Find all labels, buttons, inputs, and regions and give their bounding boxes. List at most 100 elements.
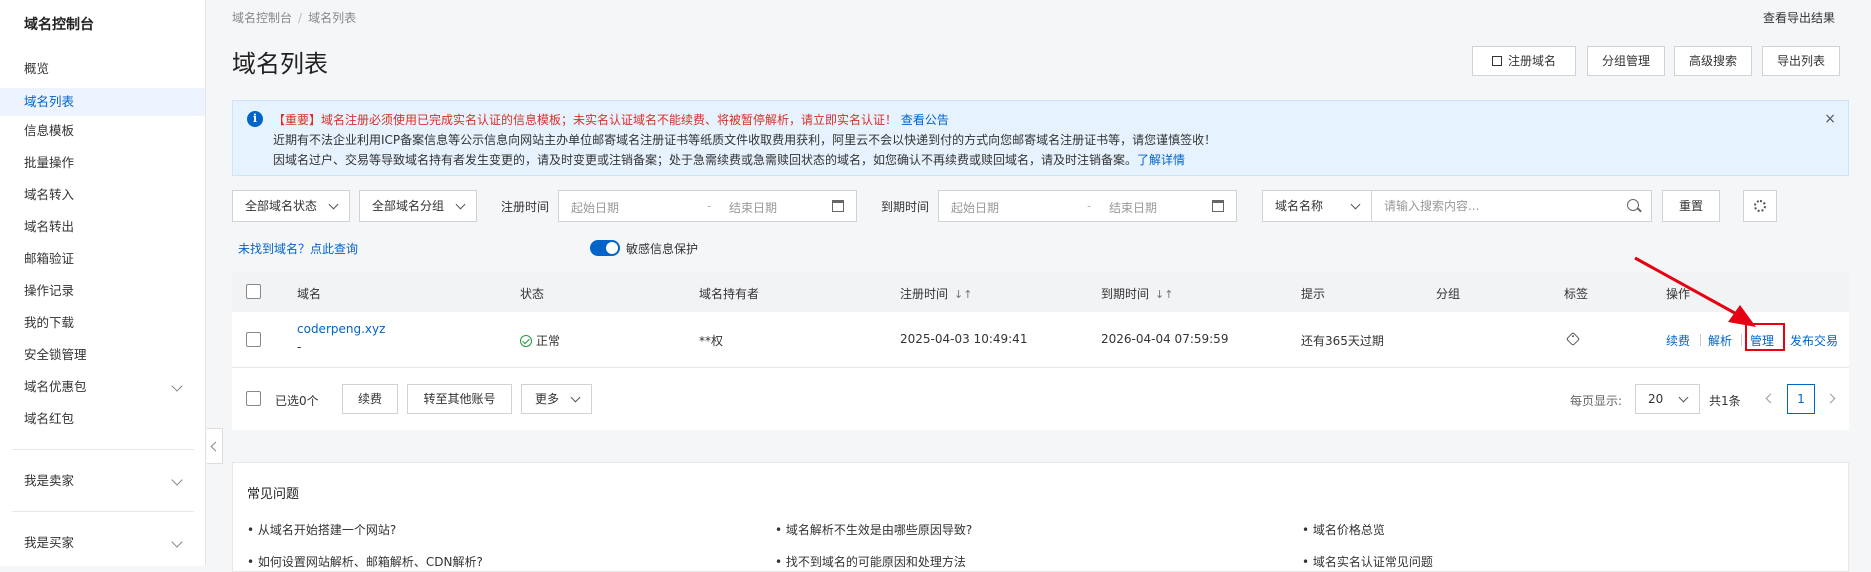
domain-sub-text: - xyxy=(297,340,302,354)
sidebar-group-buyer[interactable]: 我是买家 xyxy=(0,529,205,557)
total-count: 共1条 xyxy=(1709,394,1741,408)
next-page-icon[interactable] xyxy=(1825,393,1836,404)
notice-learn-more-link[interactable]: 了解详情 xyxy=(1137,153,1185,167)
check-circle-icon xyxy=(520,335,532,347)
renew-link[interactable]: 续费 xyxy=(1666,332,1690,349)
reg-time-range-picker[interactable]: 起始日期 - 结束日期 xyxy=(558,190,857,222)
start-date-input[interactable]: 起始日期 xyxy=(571,199,619,216)
faq-item[interactable]: • 域名解析不生效是由哪些原因导致? xyxy=(775,521,972,538)
domain-name-link[interactable]: coderpeng.xyz xyxy=(297,322,385,336)
sidebar-group-seller[interactable]: 我是卖家 xyxy=(0,467,205,495)
domain-not-found-link[interactable]: 未找到域名？点此查询 xyxy=(238,240,358,257)
page-1-button[interactable]: 1 xyxy=(1787,384,1815,414)
export-results-link[interactable]: 查看导出结果 xyxy=(1763,9,1835,26)
select-all-bottom-checkbox[interactable] xyxy=(246,391,261,406)
reg-time-label: 注册时间 xyxy=(501,200,550,214)
batch-renew-button[interactable]: 续费 xyxy=(342,384,398,414)
calendar-icon xyxy=(832,200,844,212)
expiry-tip: 还有365天过期 xyxy=(1301,334,1384,348)
external-link-icon xyxy=(1491,56,1502,66)
end-date-input[interactable]: 结束日期 xyxy=(1109,199,1157,216)
sidebar-item-red-packet[interactable]: 域名红包 xyxy=(0,405,205,433)
sidebar-item-transfer-in[interactable]: 域名转入 xyxy=(0,181,205,209)
faq-item[interactable]: • 从域名开始搭建一个网站? xyxy=(247,521,396,538)
sidebar-item-discount-pack[interactable]: 域名优惠包 xyxy=(0,373,205,401)
chevron-down-icon xyxy=(171,380,183,392)
faq-item[interactable]: • 域名价格总览 xyxy=(1302,521,1385,538)
tag-icon[interactable] xyxy=(1565,331,1581,347)
sidebar-item-overview[interactable]: 概览 xyxy=(0,55,205,83)
main-content: 域名控制台 / 域名列表 查看导出结果 域名列表 注册域名 分组管理 高级搜索 导出… xyxy=(207,0,1871,572)
publish-trade-link[interactable]: 发布交易 xyxy=(1790,332,1838,349)
table-row: coderpeng.xyz - 正常 **权 2025-04-03 10:49:… xyxy=(232,312,1849,368)
sidebar-divider xyxy=(12,511,194,512)
notice-announcement-link[interactable]: 查看公告 xyxy=(901,113,949,127)
red-arrow-annotation xyxy=(1634,256,1756,327)
faq-item[interactable]: • 如何设置网站解析、邮箱解析、CDN解析? xyxy=(247,553,483,570)
holder-value: **权 xyxy=(699,334,724,348)
sort-icon[interactable]: ↓↑ xyxy=(1155,288,1173,301)
chevron-down-icon xyxy=(455,199,466,210)
notice-line-1: 【重要】域名注册必须使用已完成实名认证的信息模板；未实名认证域名不能续费、将被暂… xyxy=(273,113,949,127)
exp-time-value: 2026-04-04 07:59:59 xyxy=(1101,332,1229,346)
chevron-down-icon xyxy=(171,474,183,486)
sidebar-group-label: 我是卖家 xyxy=(24,473,75,488)
register-domain-button[interactable]: 注册域名 xyxy=(1472,46,1576,76)
end-date-input[interactable]: 结束日期 xyxy=(729,199,777,216)
gear-icon xyxy=(1754,200,1766,212)
sidebar-item-transfer-out[interactable]: 域名转出 xyxy=(0,213,205,241)
advanced-search-button[interactable]: 高级搜索 xyxy=(1674,46,1752,76)
sidebar-item-info-template[interactable]: 信息模板 xyxy=(0,117,205,145)
row-checkbox[interactable] xyxy=(246,332,261,347)
notice-line-2: 近期有不法企业利用ICP备案信息等公示信息向网站主办单位邮寄域名注册证书等纸质文… xyxy=(273,133,1217,147)
select-all-checkbox[interactable] xyxy=(246,284,261,299)
sidebar: 域名控制台 概览 域名列表 信息模板 批量操作 域名转入 域名转出 邮箱验证 操… xyxy=(0,0,206,566)
sidebar-item-downloads[interactable]: 我的下载 xyxy=(0,309,205,337)
faq-item[interactable]: • 域名实名认证常见问题 xyxy=(1302,553,1433,570)
search-input[interactable]: 请输入搜索内容... xyxy=(1371,190,1652,222)
page-size-label: 每页显示: xyxy=(1570,394,1623,408)
chevron-down-icon xyxy=(171,536,183,548)
chevron-down-icon xyxy=(570,392,581,403)
chevron-down-icon xyxy=(1350,199,1361,210)
sidebar-item-op-records[interactable]: 操作记录 xyxy=(0,277,205,305)
sidebar-item-email-verify[interactable]: 邮箱验证 xyxy=(0,245,205,273)
sensitive-info-toggle[interactable] xyxy=(590,240,620,256)
page-title: 域名列表 xyxy=(232,50,328,78)
more-dropdown[interactable]: 更多 xyxy=(521,384,592,414)
chevron-down-icon xyxy=(1678,392,1689,403)
col-exp-time[interactable]: 到期时间 ↓↑ xyxy=(1101,285,1173,302)
settings-button[interactable] xyxy=(1743,190,1777,222)
sidebar-item-security-lock[interactable]: 安全锁管理 xyxy=(0,341,205,369)
breadcrumb: 域名控制台 / 域名列表 xyxy=(232,11,357,25)
col-domain: 域名 xyxy=(297,287,322,301)
search-type-select[interactable]: 域名名称 xyxy=(1262,190,1372,222)
exp-time-range-picker[interactable]: 起始日期 - 结束日期 xyxy=(938,190,1237,222)
sidebar-group-label: 我是买家 xyxy=(24,535,75,550)
notice-banner: i 【重要】域名注册必须使用已完成实名认证的信息模板；未实名认证域名不能续费、将… xyxy=(232,100,1849,176)
domain-group-select[interactable]: 全部域名分组 xyxy=(359,190,477,222)
sidebar-item-domain-list[interactable]: 域名列表 xyxy=(0,88,205,116)
selected-count: 已选0个 xyxy=(275,394,319,408)
resolve-link[interactable]: 解析 xyxy=(1708,332,1732,349)
sidebar-item-batch-ops[interactable]: 批量操作 xyxy=(0,149,205,177)
group-manage-button[interactable]: 分组管理 xyxy=(1587,46,1665,76)
sidebar-item-label: 域名优惠包 xyxy=(24,379,87,394)
manage-link[interactable]: 管理 xyxy=(1750,332,1774,349)
start-date-input[interactable]: 起始日期 xyxy=(951,199,999,216)
domain-status-select[interactable]: 全部域名状态 xyxy=(232,190,350,222)
close-icon[interactable]: × xyxy=(1824,111,1836,127)
reset-button[interactable]: 重置 xyxy=(1662,190,1720,222)
transfer-account-button[interactable]: 转至其他账号 xyxy=(407,384,512,414)
sort-icon[interactable]: ↓↑ xyxy=(954,288,972,301)
search-icon[interactable] xyxy=(1627,199,1639,211)
col-reg-time[interactable]: 注册时间 ↓↑ xyxy=(900,285,972,302)
notice-line-3: 因域名过户、交易等导致域名持有者发生变更的，请及时变更或注销备案；处于急需续费或… xyxy=(273,153,1186,167)
breadcrumb-root[interactable]: 域名控制台 xyxy=(232,11,292,25)
table-header: 域名 状态 域名持有者 注册时间 ↓↑ 到期时间 ↓↑ 提示 分组 标签 操作 xyxy=(232,272,1849,312)
col-group: 分组 xyxy=(1436,287,1461,301)
faq-item[interactable]: • 找不到域名的可能原因和处理方法 xyxy=(775,553,966,570)
page-size-select[interactable]: 20 xyxy=(1635,384,1700,414)
export-list-button[interactable]: 导出列表 xyxy=(1762,46,1840,76)
prev-page-icon[interactable] xyxy=(1765,393,1776,404)
